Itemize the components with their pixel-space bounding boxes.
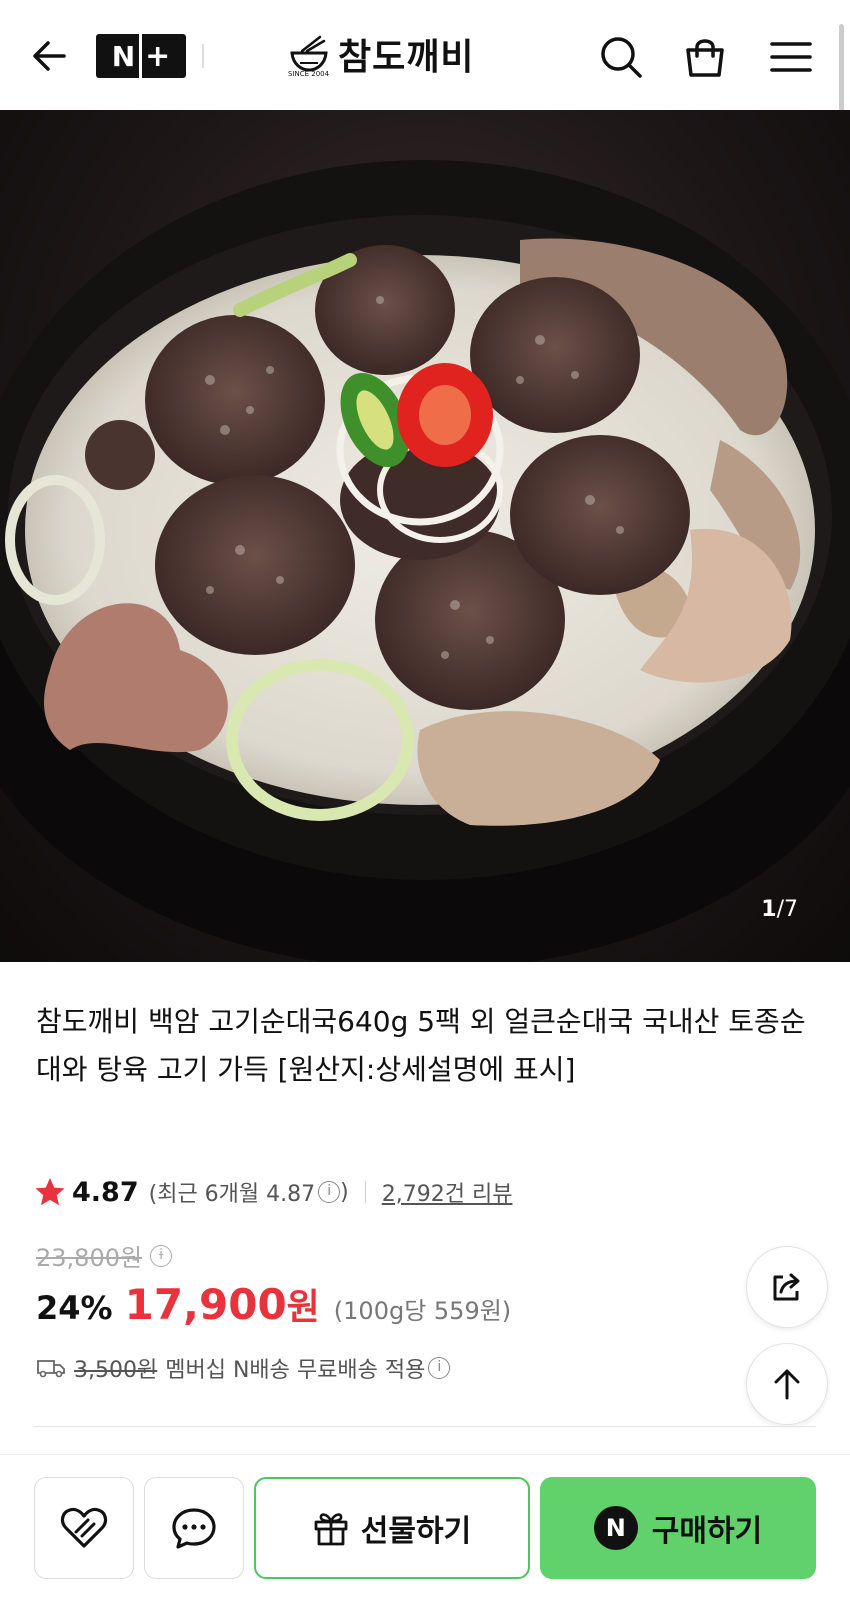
brand-logo[interactable]: 참도깨비 SINCE 2004 <box>288 28 474 80</box>
arrow-up-icon <box>774 1369 800 1400</box>
hamburger-menu-icon[interactable] <box>768 34 814 80</box>
price-info-icon[interactable]: i <box>150 1244 173 1267</box>
search-icon[interactable] <box>598 34 644 80</box>
unit-price: (100g당 559원) <box>333 1297 512 1325</box>
shipping-info-icon[interactable]: i <box>428 1357 451 1379</box>
original-price-row: 23,800원 i <box>36 1238 173 1273</box>
product-image-carousel[interactable]: 1/7 <box>0 110 850 962</box>
discount-rate: 24% <box>36 1289 113 1327</box>
scroll-to-top-button[interactable] <box>746 1343 828 1425</box>
info-icon[interactable]: i <box>318 1181 341 1203</box>
sale-price-unit: 원 <box>286 1287 320 1328</box>
naver-pay-n-icon: N <box>593 1506 638 1550</box>
talk-talk-button[interactable] <box>144 1477 244 1579</box>
shipping-original-fee: 3,500원 <box>74 1358 158 1383</box>
shipping-row: 3,500원 멤버십 N배송 무료배송 적용 i <box>36 1352 451 1384</box>
bottom-action-bar: 선물하기 N 구매하기 <box>0 1454 850 1609</box>
chat-bubble-icon <box>172 1508 216 1549</box>
buy-label: 구매하기 <box>651 1514 763 1549</box>
star-icon <box>35 1178 65 1206</box>
image-counter-total: /7 <box>776 897 798 922</box>
rating-value: 4.87 <box>72 1176 139 1208</box>
shipping-text: 멤버십 N배송 무료배송 적용 <box>165 1358 426 1383</box>
share-icon <box>773 1273 800 1301</box>
heart-icon <box>60 1507 108 1548</box>
recent-rating-text: (최근 6개월 4.87 <box>148 1182 316 1207</box>
buy-button[interactable]: N 구매하기 <box>540 1477 816 1579</box>
gift-button[interactable]: 선물하기 <box>254 1477 530 1579</box>
nplus-n-text: N <box>111 39 136 73</box>
nplus-separator <box>139 34 142 78</box>
brand-since: SINCE 2004 <box>288 70 330 78</box>
wishlist-button[interactable] <box>34 1477 134 1579</box>
rating-divider <box>364 1181 366 1203</box>
sale-price-row: 24% 17,900원 (100g당 559원) <box>36 1278 511 1330</box>
nplus-plus-text: + <box>145 38 171 74</box>
recent-rating-close: ) <box>340 1179 349 1205</box>
original-price: 23,800원 <box>36 1244 143 1272</box>
brand-name: 참도깨비 <box>338 37 475 78</box>
review-count-link[interactable]: 2,792건 리뷰 <box>382 1176 513 1208</box>
section-divider <box>34 1426 816 1427</box>
product-title: 참도깨비 백암 고기순대국640g 5팩 외 얼큰순대국 국내산 토종순대와 탕… <box>36 1005 806 1086</box>
shopping-bag-icon[interactable] <box>682 34 728 80</box>
gift-icon <box>314 1513 348 1546</box>
sale-price: 17,900원 <box>125 1278 320 1330</box>
sale-price-number: 17,900 <box>124 1280 287 1329</box>
share-button[interactable] <box>746 1246 828 1328</box>
image-counter-current: 1 <box>761 897 777 922</box>
delivery-truck-icon <box>37 1360 65 1378</box>
gift-label: 선물하기 <box>360 1514 472 1549</box>
top-app-bar: N + 참도깨비 SINCE 2004 <box>0 0 850 120</box>
rating-row: 4.87 (최근 6개월 4.87 i ) 2,792건 리뷰 <box>34 1172 512 1212</box>
image-counter: 1/7 <box>761 897 798 922</box>
sundae-soup-image <box>0 160 850 962</box>
scrollbar-thumb[interactable] <box>839 24 844 120</box>
bowl-logo-icon <box>290 35 328 72</box>
header-divider <box>202 44 204 68</box>
back-arrow-icon[interactable] <box>28 34 72 78</box>
naver-plus-store-logo[interactable]: N + <box>96 34 186 78</box>
